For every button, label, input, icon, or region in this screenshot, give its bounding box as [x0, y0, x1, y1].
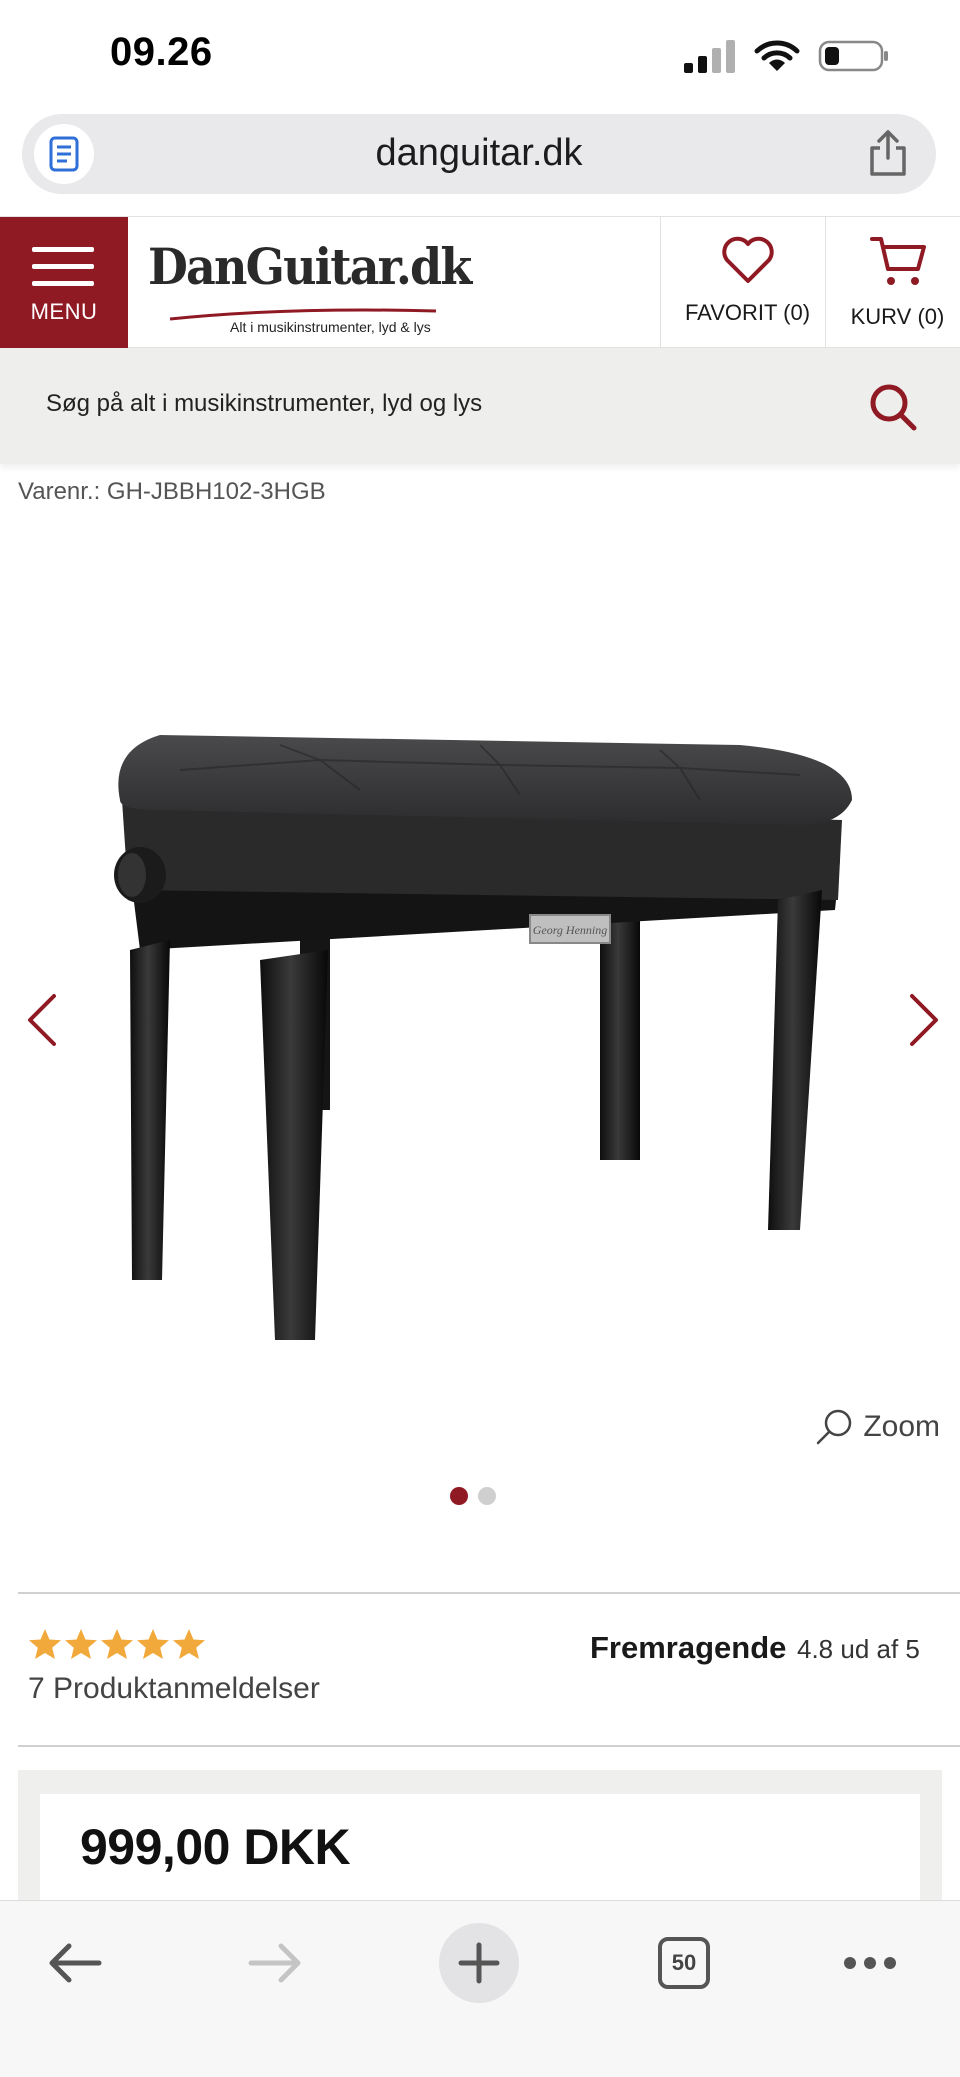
heart-icon [721, 236, 774, 283]
price-section: 999,00 DKK [18, 1770, 942, 1904]
divider [18, 1592, 960, 1594]
status-bar: 09.26 [0, 0, 960, 110]
more-icon [844, 1957, 896, 1969]
new-tab-button[interactable] [439, 1923, 519, 2003]
logo-text: DanGuitar.dk [148, 237, 472, 296]
product-price: 999,00 DKK [80, 1819, 351, 1875]
rating-value: 4.8 ud af 5 [797, 1634, 920, 1664]
divider [18, 1745, 960, 1747]
rating-word: Fremragende [590, 1630, 787, 1665]
cart-icon [869, 237, 926, 285]
menu-button[interactable]: MENU [0, 217, 128, 348]
back-button[interactable] [40, 1923, 110, 2003]
product-sku: Varenr.: GH-JBBH102-3HGB [18, 478, 326, 505]
search-icon[interactable] [868, 382, 918, 432]
status-icons [684, 38, 890, 74]
cart-button[interactable]: KURV (0) [835, 235, 960, 330]
share-icon[interactable] [866, 128, 910, 178]
tabs-button[interactable]: 50 [654, 1923, 714, 2003]
status-time: 09.26 [110, 30, 213, 74]
menu-label: MENU [30, 299, 98, 324]
chevron-left-icon[interactable] [22, 990, 62, 1050]
back-arrow-icon [49, 1943, 102, 1983]
star-icon [101, 1629, 133, 1659]
tabs-icon: 50 [658, 1937, 710, 1989]
battery-icon [818, 40, 888, 72]
hamburger-icon [32, 247, 94, 287]
header-divider [825, 217, 826, 348]
favorites-button[interactable]: FAVORIT (0) [670, 235, 825, 326]
reviews-link[interactable]: 7 Produktanmeldelser [28, 1672, 320, 1706]
forward-button[interactable] [240, 1923, 310, 2003]
product-gallery[interactable]: Georg Henning Zoom [0, 530, 960, 1445]
cart-label: KURV (0) [850, 304, 945, 329]
header-divider [660, 217, 661, 348]
star-icon [29, 1629, 61, 1659]
pagination-dot[interactable] [478, 1487, 496, 1505]
pagination-dot-active[interactable] [450, 1487, 468, 1505]
site-logo[interactable]: DanGuitar.dk Alt i musikinstrumenter, ly… [148, 237, 472, 337]
product-image[interactable]: Georg Henning [100, 650, 860, 1350]
more-button[interactable] [840, 1923, 900, 2003]
plus-icon [458, 1942, 500, 1984]
site-header: MENU DanGuitar.dk Alt i musikinstrumente… [0, 216, 960, 348]
star-icon [173, 1629, 205, 1659]
zoom-label: Zoom [863, 1410, 940, 1443]
browser-toolbar: 50 [0, 1900, 960, 2077]
magnifier-icon [817, 1409, 852, 1445]
forward-arrow-icon [248, 1943, 301, 1983]
rating-stars[interactable] [28, 1628, 206, 1660]
signal-icon [684, 40, 735, 73]
zoom-button[interactable]: Zoom [815, 1408, 940, 1446]
wifi-icon [754, 40, 800, 71]
favorites-label: FAVORIT (0) [684, 300, 811, 325]
url-text[interactable]: danguitar.dk [22, 132, 936, 175]
gallery-pagination [450, 1487, 496, 1505]
product-badge: Georg Henning [533, 923, 608, 937]
chevron-right-icon[interactable] [904, 990, 944, 1050]
search-bar[interactable]: Søg på alt i musikinstrumenter, lyd og l… [0, 348, 960, 464]
logo-tagline: Alt i musikinstrumenter, lyd & lys [230, 319, 431, 335]
star-icon [65, 1629, 97, 1659]
search-placeholder[interactable]: Søg på alt i musikinstrumenter, lyd og l… [46, 390, 482, 418]
address-bar[interactable]: danguitar.dk [22, 114, 936, 194]
star-icon [137, 1629, 169, 1659]
